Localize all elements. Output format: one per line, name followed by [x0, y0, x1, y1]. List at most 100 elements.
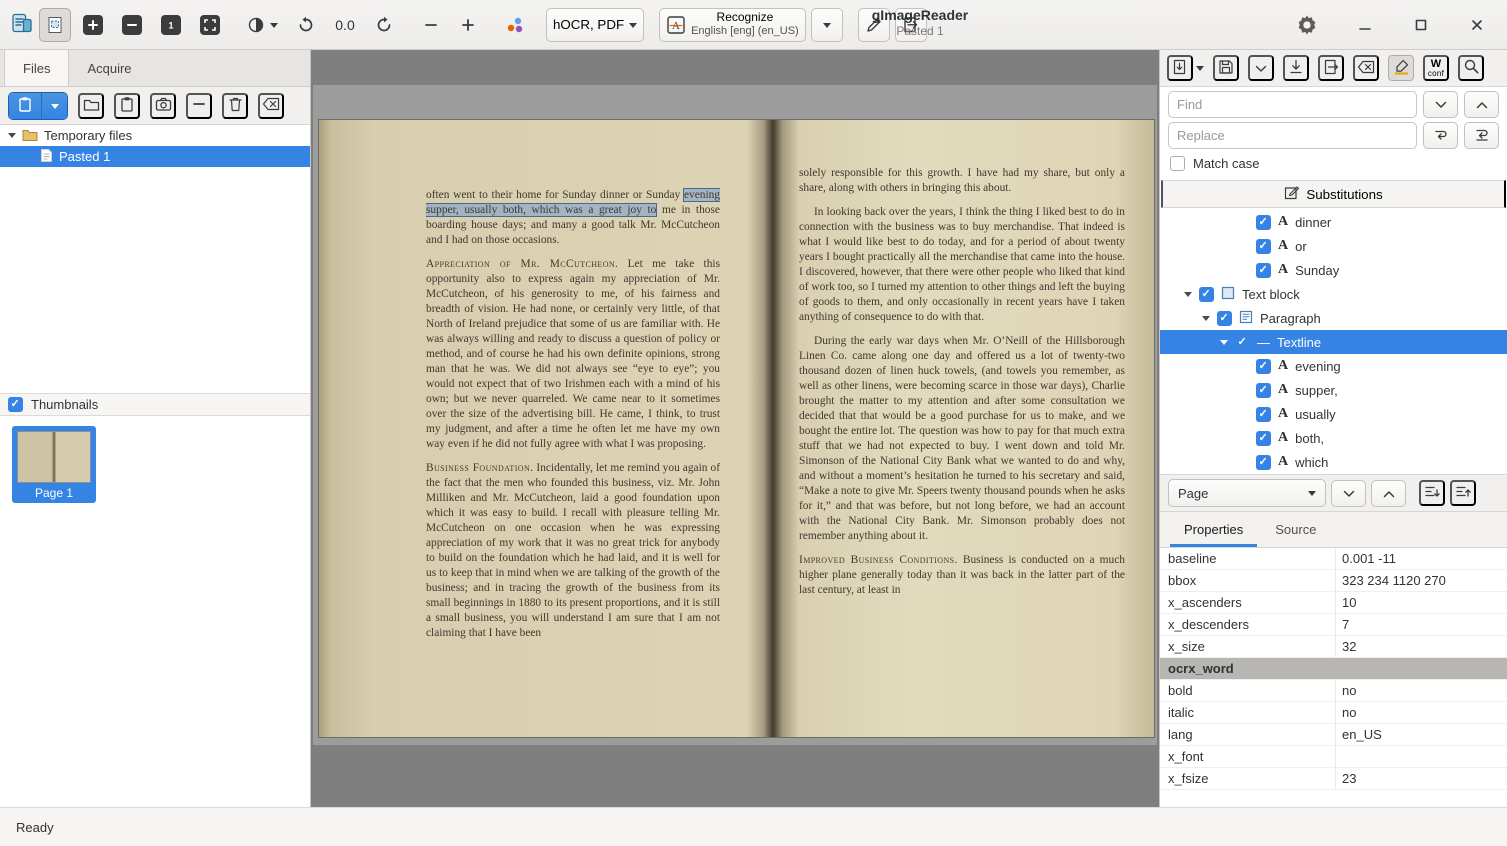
hocr-textline-row-selected[interactable]: Textline: [1160, 330, 1507, 354]
tab-acquire[interactable]: Acquire: [69, 50, 149, 86]
find-next-button[interactable]: [1423, 91, 1458, 118]
zoom-out-button[interactable]: [115, 8, 149, 42]
add-image-dropdown[interactable]: [41, 93, 67, 119]
word-checkbox[interactable]: [1256, 215, 1271, 230]
temporary-files-folder-row[interactable]: Temporary files: [0, 125, 310, 146]
property-row[interactable]: bbox323 234 1120 270: [1160, 570, 1507, 592]
select-region-tool-button[interactable]: [39, 8, 71, 42]
zoom-in-button[interactable]: [76, 8, 110, 42]
save-dropdown[interactable]: [1248, 55, 1274, 81]
screenshot-button[interactable]: [150, 93, 176, 119]
hocr-word-row[interactable]: dinner: [1160, 210, 1507, 234]
maximize-button[interactable]: [1405, 8, 1437, 42]
property-row[interactable]: baseline0.001 -11: [1160, 548, 1507, 570]
replace-button[interactable]: [1423, 122, 1458, 149]
hocr-word-row[interactable]: usually: [1160, 402, 1507, 426]
word-checkbox[interactable]: [1256, 359, 1271, 374]
ocr-output-mode-dropdown[interactable]: hOCR, PDF: [546, 8, 644, 42]
tab-source[interactable]: Source: [1261, 512, 1330, 547]
hocr-word-row[interactable]: supper,: [1160, 378, 1507, 402]
open-hocr-button[interactable]: [1167, 55, 1193, 81]
collapse-all-button[interactable]: [1450, 480, 1476, 506]
expander-icon[interactable]: [1202, 316, 1210, 325]
minimize-button[interactable]: [1349, 8, 1381, 42]
property-row[interactable]: italicno: [1160, 702, 1507, 724]
scan-image[interactable]: often went to their home for Sunday dinn…: [313, 85, 1157, 745]
clear-files-button[interactable]: [258, 93, 284, 119]
settings-button[interactable]: [1289, 8, 1325, 42]
hocr-paragraph-row[interactable]: Paragraph: [1160, 306, 1507, 330]
angle-increase-button[interactable]: [452, 8, 484, 42]
show-confidence-toggle[interactable]: Wconf: [1423, 55, 1449, 81]
property-row[interactable]: x_font: [1160, 746, 1507, 768]
minus-icon: [424, 18, 438, 32]
property-row[interactable]: x_size32: [1160, 636, 1507, 658]
word-icon: [1278, 430, 1288, 446]
next-item-button[interactable]: [1331, 480, 1366, 507]
word-checkbox[interactable]: [1256, 239, 1271, 254]
block-checkbox[interactable]: [1199, 287, 1214, 302]
document-canvas[interactable]: often went to their home for Sunday dinn…: [311, 50, 1159, 807]
clear-hocr-button[interactable]: [1353, 55, 1379, 81]
close-button[interactable]: [1461, 8, 1493, 42]
rotate-mode-dropdown[interactable]: [240, 8, 285, 42]
chevron-down-icon[interactable]: [1196, 66, 1204, 75]
rotate-right-button[interactable]: [368, 8, 400, 42]
thumbnail-page-1[interactable]: Page 1: [12, 426, 96, 503]
paste-button[interactable]: [114, 93, 140, 119]
property-row[interactable]: boldno: [1160, 680, 1507, 702]
delete-file-button[interactable]: [222, 93, 248, 119]
expander-icon[interactable]: [8, 133, 16, 142]
property-row[interactable]: x_ascenders10: [1160, 592, 1507, 614]
find-previous-button[interactable]: [1464, 91, 1499, 118]
save-hocr-button[interactable]: [1213, 55, 1239, 81]
property-row[interactable]: x_fsize23: [1160, 768, 1507, 790]
zoom-original-button[interactable]: 1: [154, 8, 188, 42]
hocr-word-row[interactable]: or: [1160, 234, 1507, 258]
property-row[interactable]: langen_US: [1160, 724, 1507, 746]
file-row-pasted-1[interactable]: Pasted 1: [0, 146, 310, 167]
find-input[interactable]: [1168, 91, 1417, 118]
rotate-left-button[interactable]: [290, 8, 322, 42]
open-file-button[interactable]: [78, 93, 104, 119]
files-acquire-tabs: Files Acquire: [0, 50, 310, 87]
word-checkbox[interactable]: [1256, 431, 1271, 446]
zoom-fit-button[interactable]: [193, 8, 227, 42]
match-case-checkbox[interactable]: [1170, 156, 1185, 171]
import-text-button[interactable]: [1283, 55, 1309, 81]
recognize-button[interactable]: A Recognize English [eng] (en_US): [659, 8, 806, 42]
remove-image-button[interactable]: [186, 93, 212, 119]
hocr-word-row[interactable]: evening: [1160, 354, 1507, 378]
word-checkbox[interactable]: [1256, 407, 1271, 422]
hocr-word-row[interactable]: Sunday: [1160, 258, 1507, 282]
thumbnails-checkbox[interactable]: [8, 397, 23, 412]
find-replace-toggle[interactable]: [1458, 55, 1484, 81]
hocr-word-row[interactable]: both,: [1160, 426, 1507, 450]
highlight-mode-toggle[interactable]: [1388, 55, 1414, 81]
word-checkbox[interactable]: [1256, 383, 1271, 398]
hocr-word-row[interactable]: which: [1160, 450, 1507, 474]
navigation-target-dropdown[interactable]: Page: [1168, 479, 1326, 507]
recognize-language-dropdown[interactable]: [811, 8, 843, 42]
replace-input[interactable]: [1168, 122, 1417, 149]
chevron-down-icon: [1255, 61, 1267, 76]
paragraph-checkbox[interactable]: [1217, 311, 1232, 326]
tab-files[interactable]: Files: [4, 50, 69, 86]
expander-icon[interactable]: [1184, 292, 1192, 301]
textline-checkbox[interactable]: [1235, 335, 1250, 350]
word-checkbox[interactable]: [1256, 455, 1271, 470]
property-row[interactable]: x_descenders7: [1160, 614, 1507, 636]
hocr-textblock-row[interactable]: Text block: [1160, 282, 1507, 306]
replace-all-button[interactable]: [1464, 122, 1499, 149]
angle-decrease-button[interactable]: [415, 8, 447, 42]
image-controls-button[interactable]: [499, 8, 531, 42]
substitutions-button[interactable]: Substitutions: [1161, 180, 1506, 208]
word-checkbox[interactable]: [1256, 263, 1271, 278]
expand-all-button[interactable]: [1419, 480, 1445, 506]
tab-properties[interactable]: Properties: [1170, 512, 1257, 547]
add-image-button[interactable]: [9, 93, 41, 119]
rotation-angle-spinner[interactable]: 0.0: [327, 17, 363, 33]
expander-icon[interactable]: [1220, 340, 1228, 349]
export-document-button[interactable]: [1318, 55, 1344, 81]
previous-item-button[interactable]: [1371, 480, 1406, 507]
